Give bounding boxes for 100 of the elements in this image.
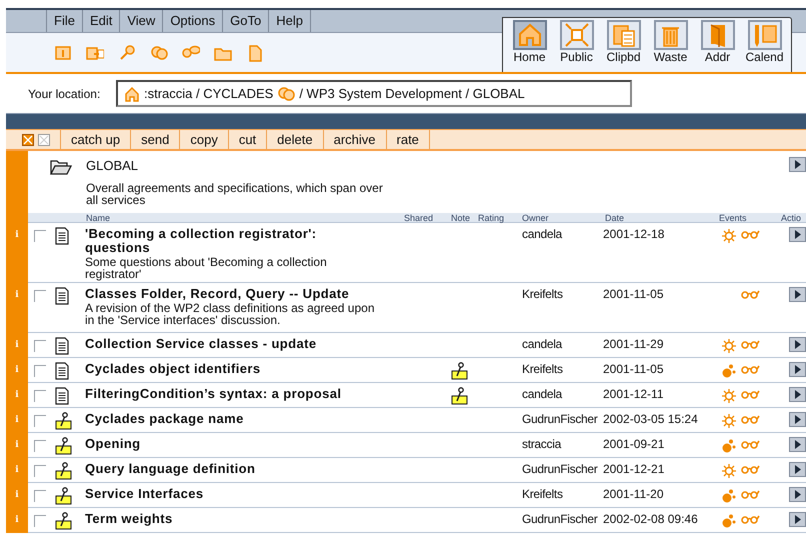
item-title[interactable]: 'Becoming a collection registrator': questions bbox=[85, 227, 375, 255]
date-cell-text: 2001-12-18 bbox=[602, 227, 666, 243]
triangle-icon bbox=[794, 365, 801, 374]
date-cell-text: 2002-02-08 09:46 bbox=[602, 512, 699, 528]
select-all-icon[interactable] bbox=[22, 134, 34, 146]
owner-cell-text: candela bbox=[521, 387, 564, 403]
location-field[interactable]: :straccia / CYCLADES / WP3 System Development / GLOBAL bbox=[116, 80, 632, 107]
owner-cell-text: GudrunFischer bbox=[521, 412, 598, 428]
home-icon bbox=[124, 86, 140, 102]
triangle-icon bbox=[794, 340, 801, 349]
folder-title: GLOBAL bbox=[86, 158, 140, 174]
column-header[interactable]: Rating bbox=[473, 213, 516, 223]
date-cell-text: 2001-12-11 bbox=[602, 387, 664, 403]
item-title[interactable]: Classes Folder, Record, Query -- Update bbox=[85, 287, 375, 301]
deselect-all-icon[interactable] bbox=[38, 134, 50, 146]
item-title[interactable]: Cyclades object identifiers bbox=[85, 362, 375, 376]
action-menu-button[interactable] bbox=[789, 362, 806, 377]
item-title[interactable]: FilteringCondition’s syntax: a proposal bbox=[85, 387, 375, 401]
action-menu-button[interactable] bbox=[789, 387, 806, 402]
glasses-icon bbox=[740, 439, 760, 449]
action-menu-button[interactable] bbox=[789, 437, 806, 452]
action-button[interactable]: catch up bbox=[60, 130, 130, 149]
menu-item[interactable]: View bbox=[119, 10, 162, 32]
column-header[interactable]: Events bbox=[714, 213, 776, 223]
triangle-icon bbox=[794, 415, 801, 424]
action-button[interactable]: copy bbox=[179, 130, 228, 149]
glasses-icon bbox=[740, 339, 760, 349]
glasses-icon bbox=[740, 489, 760, 499]
owner-cell-text: GudrunFischer bbox=[521, 512, 598, 528]
menu-item[interactable]: Edit bbox=[82, 10, 120, 32]
menu-item[interactable]: File bbox=[46, 10, 82, 32]
document-icon bbox=[55, 362, 69, 380]
column-header[interactable]: Shared bbox=[399, 213, 446, 223]
action-menu-button[interactable] bbox=[789, 412, 806, 427]
action-button[interactable]: send bbox=[130, 130, 180, 149]
triangle-icon bbox=[794, 160, 801, 169]
action-button[interactable]: archive bbox=[322, 130, 386, 149]
action-menu-button[interactable] bbox=[789, 157, 806, 172]
date-cell-text: 2001-11-05 bbox=[602, 362, 664, 378]
action-button[interactable]: rate bbox=[386, 130, 429, 149]
triangle-icon bbox=[794, 465, 801, 474]
document-icon bbox=[55, 287, 69, 305]
action-button[interactable]: delete bbox=[266, 130, 323, 149]
item-title[interactable]: Collection Service classes - update bbox=[85, 337, 375, 351]
pinned-note-icon bbox=[55, 437, 72, 455]
glasses-icon bbox=[740, 414, 760, 424]
date-cell-text: 2001-11-20 bbox=[602, 487, 664, 503]
owner-cell-text: candela bbox=[521, 227, 564, 243]
people-icon[interactable] bbox=[150, 44, 168, 62]
glasses-icon bbox=[740, 464, 760, 474]
owner-cell-text: GudrunFischer bbox=[521, 462, 598, 478]
info-icon[interactable] bbox=[54, 44, 72, 62]
glasses-icon bbox=[740, 514, 760, 524]
document-icon bbox=[55, 227, 69, 245]
document-icon bbox=[55, 387, 69, 405]
menu-item[interactable]: Help bbox=[268, 10, 310, 32]
pinned-note-icon bbox=[55, 512, 72, 530]
action-menu-button[interactable] bbox=[789, 462, 806, 477]
column-header[interactable]: Actio bbox=[776, 213, 806, 223]
menu-item[interactable]: Options bbox=[162, 10, 222, 32]
menu-item[interactable]: GoTo bbox=[222, 10, 268, 32]
action-button[interactable]: cut bbox=[228, 130, 266, 149]
date-cell-text: 2001-11-05 bbox=[602, 287, 664, 303]
action-menu-button[interactable] bbox=[789, 512, 806, 527]
item-title[interactable]: Term weights bbox=[85, 512, 375, 526]
glasses-icon bbox=[740, 389, 760, 399]
item-description: Some questions about 'Becoming a collection registrator' bbox=[85, 256, 328, 280]
action-menu-button[interactable] bbox=[789, 227, 806, 242]
pinned-note-icon bbox=[55, 462, 72, 480]
triangle-icon bbox=[794, 490, 801, 499]
date-cell-text: 2001-09-21 bbox=[602, 437, 666, 453]
action-menu-button[interactable] bbox=[789, 287, 806, 302]
item-title[interactable]: Service Interfaces bbox=[85, 487, 375, 501]
date-cell-text: 2002-03-05 15:24 bbox=[602, 412, 699, 428]
people-icon[interactable] bbox=[277, 84, 296, 102]
owner-cell-text: Kreifelts bbox=[521, 287, 564, 303]
column-header[interactable]: Date bbox=[600, 213, 714, 223]
triangle-icon bbox=[794, 290, 801, 299]
path-text: :straccia / CYCLADES bbox=[144, 84, 274, 103]
column-header[interactable]: Owner bbox=[516, 213, 600, 223]
item-title[interactable]: Query language definition bbox=[85, 462, 375, 476]
owner-cell-text: straccia bbox=[521, 437, 562, 453]
path-text: / WP3 System Development / GLOBAL bbox=[299, 84, 525, 103]
glasses-icon bbox=[740, 289, 760, 299]
item-title[interactable]: Opening bbox=[85, 437, 375, 451]
glasses-icon bbox=[740, 364, 760, 374]
action-menu-button[interactable] bbox=[789, 337, 806, 352]
triangle-icon bbox=[794, 230, 801, 239]
triangle-icon bbox=[794, 390, 801, 399]
column-header[interactable]: Note bbox=[446, 213, 473, 223]
document-icon bbox=[55, 337, 69, 355]
expand-icon bbox=[562, 21, 590, 49]
pinned-note-icon bbox=[55, 487, 72, 505]
open-folder-icon bbox=[50, 159, 72, 175]
item-title[interactable]: Cyclades package name bbox=[85, 412, 375, 426]
action-menu-button[interactable] bbox=[789, 487, 806, 502]
triangle-icon bbox=[794, 515, 801, 524]
column-header[interactable]: Name bbox=[82, 213, 399, 223]
date-cell-text: 2001-11-29 bbox=[602, 337, 664, 353]
glasses-icon bbox=[740, 229, 760, 239]
